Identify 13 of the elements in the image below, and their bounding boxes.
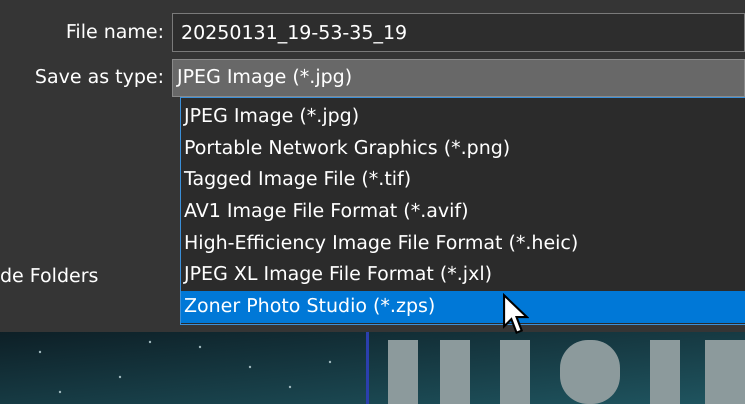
dropdown-option[interactable]: AV1 Image File Format (*.avif) bbox=[181, 196, 745, 228]
dropdown-option[interactable]: JPEG XL Image File Format (*.jxl) bbox=[181, 259, 745, 292]
file-name-field[interactable]: 20250131_19-53-35_19 bbox=[172, 13, 745, 52]
field-label: Save as type: bbox=[34, 65, 165, 90]
folders-toggle-label[interactable]: de Folders bbox=[0, 262, 98, 290]
type-select[interactable]: JPEG Image (*.jpg) bbox=[172, 58, 745, 96]
field-label: File name: bbox=[64, 20, 165, 46]
dropdown-option[interactable]: JPEG Image (*.jpg) bbox=[181, 101, 745, 133]
dropdown-option[interactable]: Portable Network Graphics (*.png) bbox=[181, 132, 745, 164]
dropdown-option[interactable]: Tagged Image File (*.tif) bbox=[181, 164, 745, 196]
dropdown-option[interactable]: High-Efficiency Image File Format (*.heic) bbox=[181, 228, 745, 260]
cursor-icon bbox=[502, 293, 529, 337]
dropdown-option[interactable]: Zoner Photo Studio (*.zps) bbox=[181, 291, 745, 323]
